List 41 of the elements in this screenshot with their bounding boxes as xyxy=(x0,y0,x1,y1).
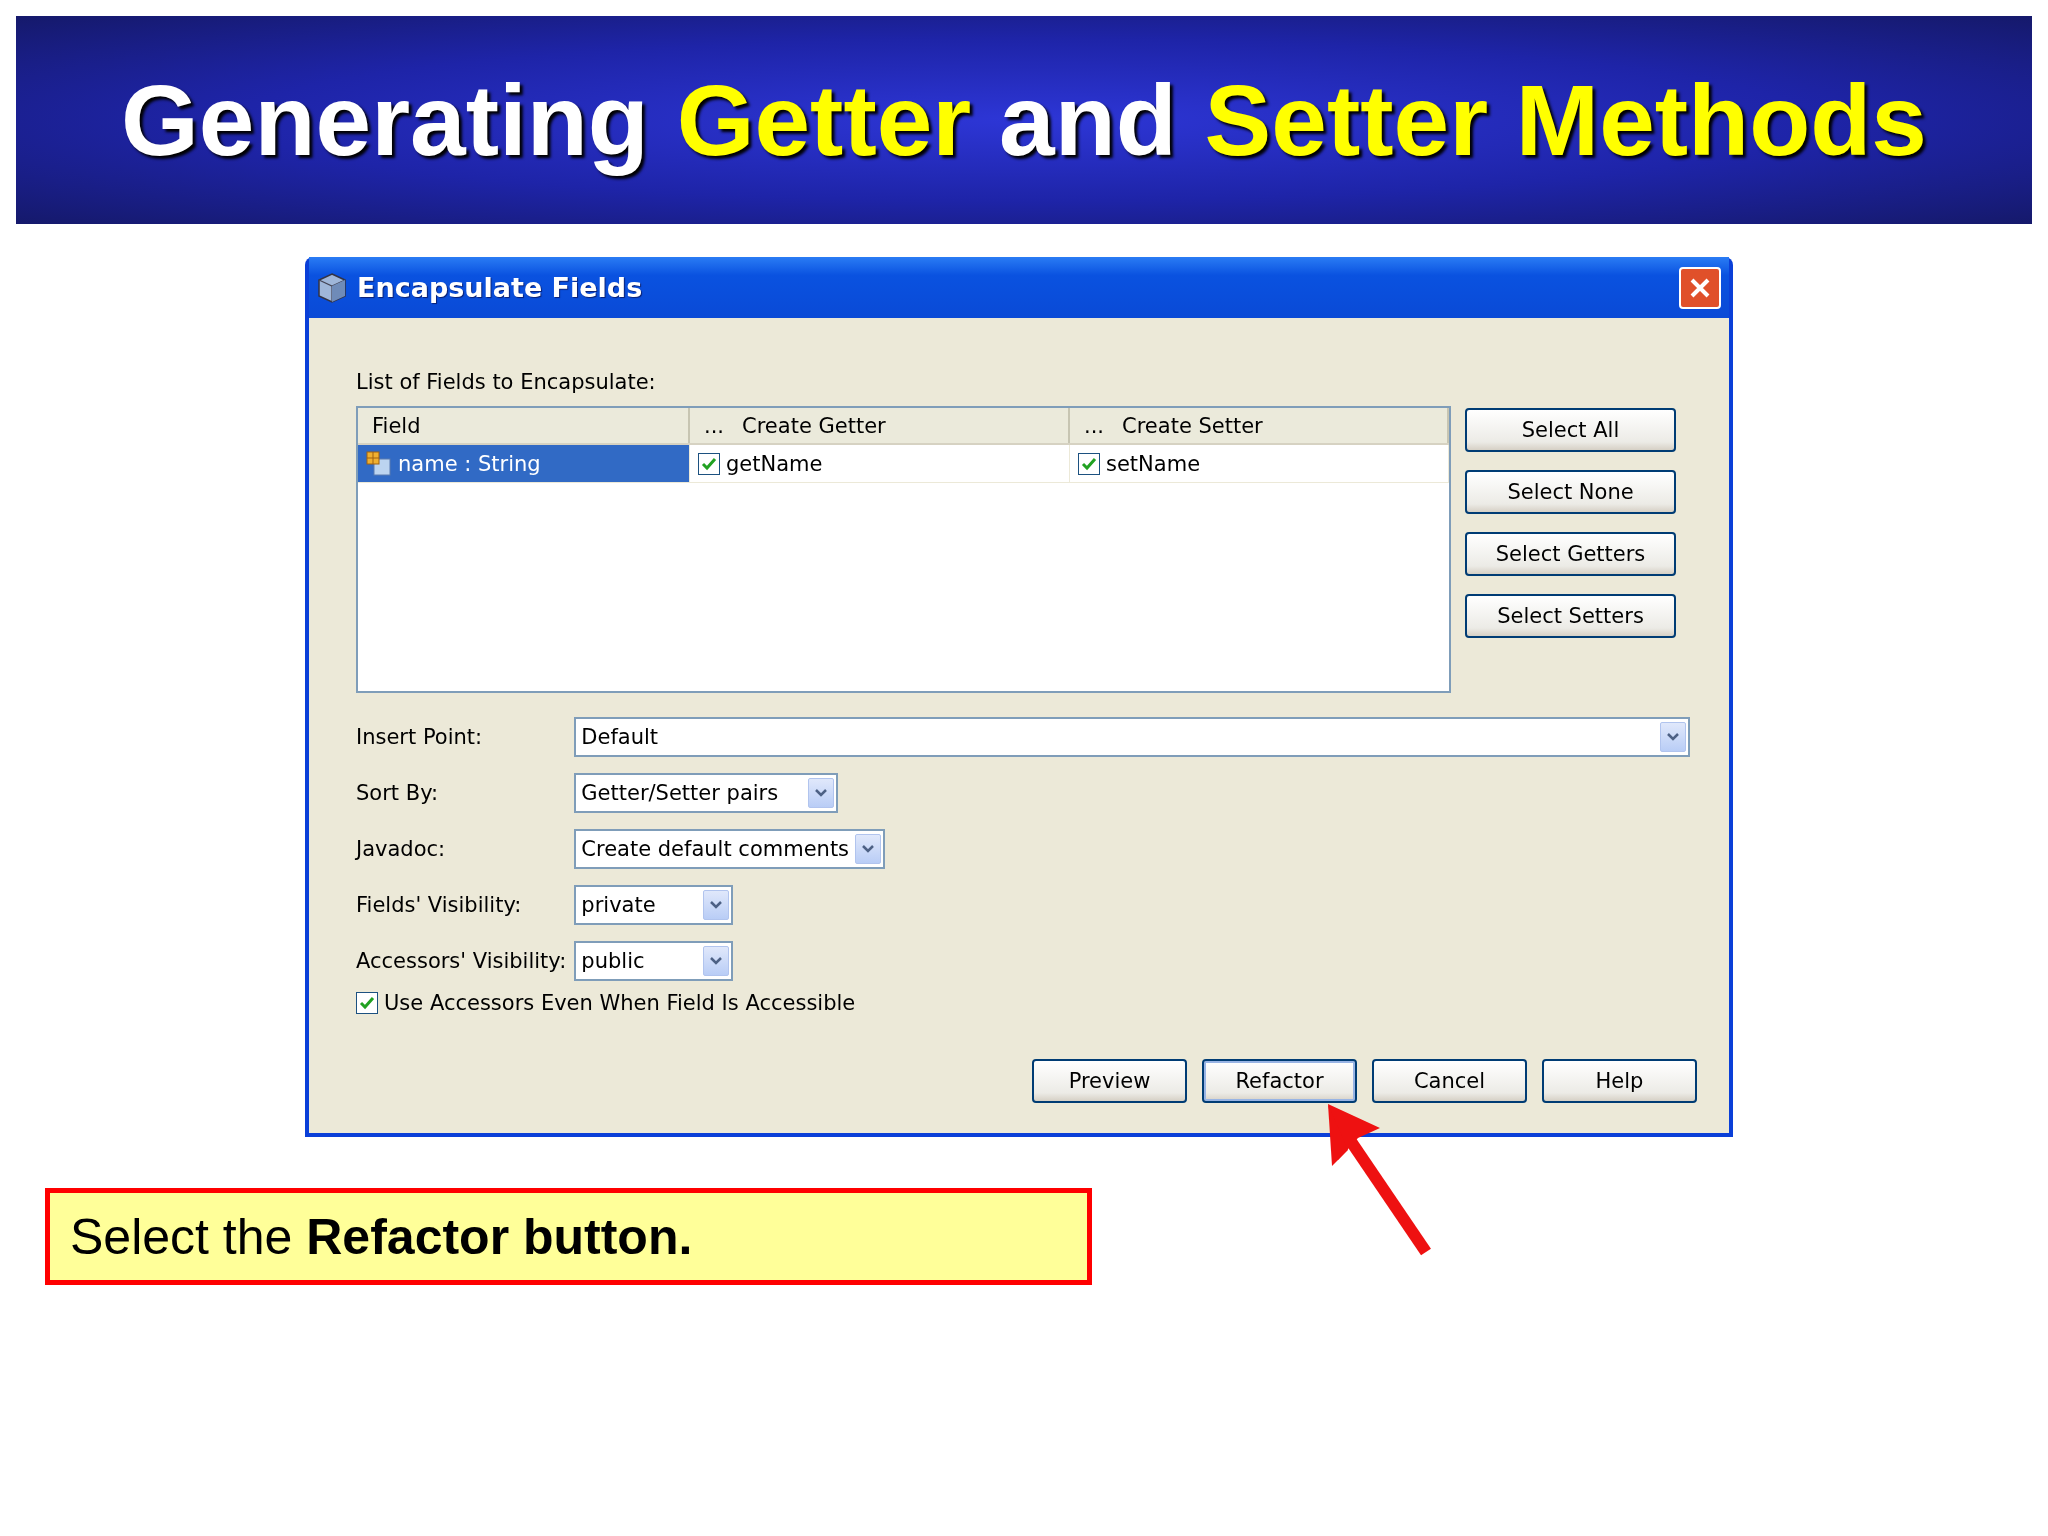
column-header[interactable]: ... Create Getter xyxy=(690,408,1070,443)
column-header[interactable]: Field xyxy=(358,408,690,443)
column-title: Create Setter xyxy=(1122,413,1263,438)
field-label: Insert Point: xyxy=(356,725,484,749)
column-title: Field xyxy=(372,413,421,438)
window-title: Encapsulate Fields xyxy=(357,272,644,303)
dropdown[interactable]: private xyxy=(574,885,734,925)
field-cell[interactable]: name : String xyxy=(358,445,690,482)
slide-title: Generating Getter and Setter Methods xyxy=(121,62,1927,178)
select-button[interactable]: Select Setters xyxy=(1465,594,1676,638)
column-menu[interactable]: ... xyxy=(704,413,725,438)
dropdown[interactable]: Create default comments xyxy=(574,829,886,869)
select-button[interactable]: Select All xyxy=(1465,408,1676,452)
field-label: Fields' Visibility: xyxy=(356,893,523,917)
close-button[interactable] xyxy=(1679,266,1721,309)
getter-name: getName xyxy=(726,451,823,476)
checkbox-label: Use Accessors Even When Field Is Accessible xyxy=(384,991,856,1015)
dropdown[interactable]: Getter/Setter pairs xyxy=(574,773,839,813)
dialog-button[interactable]: Preview xyxy=(1032,1059,1187,1103)
field-label: Javadoc: xyxy=(356,837,447,861)
caption-text: Select the Refactor button. xyxy=(70,1207,693,1266)
column-header[interactable]: ... Create Setter xyxy=(1070,408,1449,443)
cube-icon xyxy=(317,271,347,304)
field-label: Accessors' Visibility: xyxy=(356,949,567,973)
dialog-button[interactable]: Help xyxy=(1542,1059,1697,1103)
select-button[interactable]: Select Getters xyxy=(1465,532,1676,576)
column-title: Create Getter xyxy=(742,413,886,438)
dropdown[interactable]: Default xyxy=(574,717,1691,757)
dropdown[interactable]: public xyxy=(574,941,734,981)
field-label: Sort By: xyxy=(356,781,440,805)
dialog-button[interactable]: Cancel xyxy=(1372,1059,1527,1103)
checkbox[interactable] xyxy=(356,992,378,1014)
column-menu[interactable]: ... xyxy=(1084,413,1105,438)
checkbox[interactable] xyxy=(698,452,720,475)
field-icon xyxy=(366,450,392,477)
dialog-button[interactable]: Refactor xyxy=(1202,1059,1357,1103)
setter-name: setName xyxy=(1106,451,1201,476)
checkbox[interactable] xyxy=(1078,452,1100,475)
select-button[interactable]: Select None xyxy=(1465,470,1676,514)
list-label: List of Fields to Encapsulate: xyxy=(356,370,657,394)
field-name: name : String xyxy=(398,451,541,476)
